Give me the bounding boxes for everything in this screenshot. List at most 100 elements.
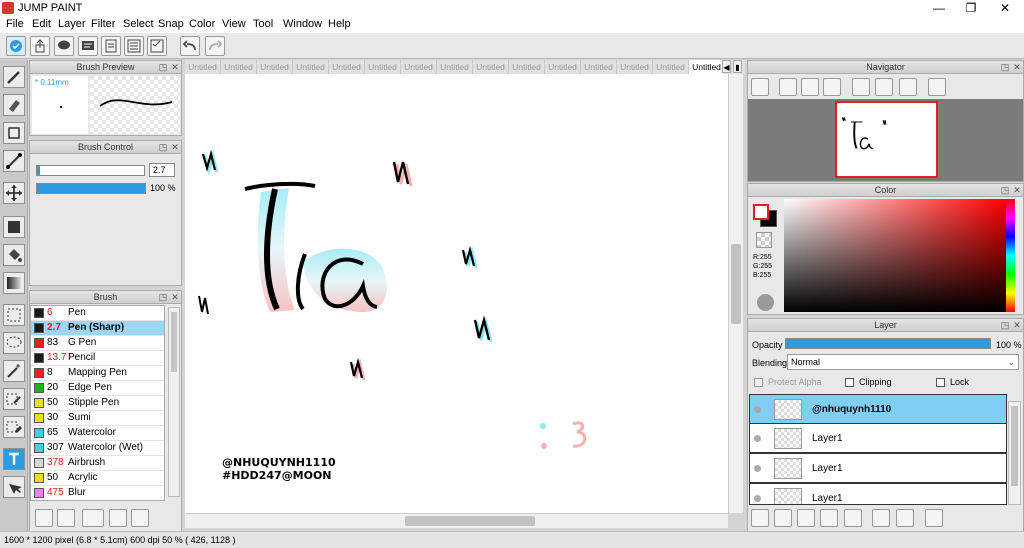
drawing-canvas[interactable]: @NHUQUYNH1110 #HDD247@MOON	[185, 74, 728, 513]
rectangle-tool-icon[interactable]	[3, 122, 25, 144]
layer-row[interactable]: Layer1	[749, 483, 1007, 505]
rotate-left-icon[interactable]	[852, 78, 870, 96]
panel-close-icon[interactable]: ✕	[1012, 320, 1022, 330]
layer-row[interactable]: Layer1	[749, 423, 1007, 453]
visibility-icon[interactable]	[754, 495, 761, 502]
transparent-color-swatch[interactable]	[756, 232, 772, 248]
undock-icon[interactable]: ◳	[158, 142, 168, 152]
document-icon[interactable]	[101, 36, 121, 56]
layer-mask-icon[interactable]	[820, 509, 838, 527]
blending-select[interactable]: Normal ⌄	[787, 354, 1019, 370]
menu-filter[interactable]: Filter	[91, 18, 115, 30]
visibility-icon[interactable]	[754, 465, 761, 472]
lasso-tool-icon[interactable]	[3, 332, 25, 354]
menu-snap[interactable]: Snap	[158, 18, 184, 30]
menu-layer[interactable]: Layer	[58, 18, 86, 30]
brush-row[interactable]: 475 Blur	[31, 486, 164, 500]
brush-row[interactable]: 30 Sumi	[31, 411, 164, 426]
flip-icon[interactable]	[928, 78, 946, 96]
foreground-color-swatch[interactable]	[753, 204, 769, 220]
brush-row[interactable]: 307 Watercolor (Wet)	[31, 441, 164, 456]
visibility-icon[interactable]	[754, 406, 761, 413]
panel-close-icon[interactable]: ✕	[1012, 62, 1022, 72]
menu-edit[interactable]: Edit	[32, 18, 51, 30]
brush-opacity-slider[interactable]	[36, 183, 146, 194]
tab-untitled[interactable]: Untitled	[581, 60, 617, 74]
tab-untitled[interactable]: Untitled	[473, 60, 509, 74]
tab-untitled[interactable]: Untitled	[617, 60, 653, 74]
magic-wand-tool-icon[interactable]	[3, 360, 25, 382]
undock-icon[interactable]: ◳	[158, 292, 168, 302]
clipping-checkbox[interactable]	[845, 378, 854, 387]
hand-tool-icon[interactable]	[3, 476, 25, 498]
menu-help[interactable]: Help	[328, 18, 351, 30]
rotate-right-icon[interactable]	[899, 78, 917, 96]
menu-view[interactable]: View	[222, 18, 246, 30]
menu-select[interactable]: Select	[123, 18, 154, 30]
layer-list-scrollbar[interactable]	[1008, 401, 1021, 505]
tab-untitled[interactable]: Untitled	[401, 60, 437, 74]
panel-close-icon[interactable]: ✕	[1012, 185, 1022, 195]
visibility-icon[interactable]	[754, 435, 761, 442]
tab-untitled[interactable]: Untitled	[437, 60, 473, 74]
select-rect-tool-icon[interactable]	[3, 304, 25, 326]
brush-row[interactable]: 83 G Pen	[31, 336, 164, 351]
panel-close-icon[interactable]: ✕	[170, 292, 180, 302]
brush-row[interactable]: 50 Stipple Pen	[31, 396, 164, 411]
message-icon[interactable]	[78, 36, 98, 56]
undo-icon[interactable]	[180, 36, 200, 56]
pen-tool-icon[interactable]	[3, 66, 25, 88]
menu-file[interactable]: File	[6, 18, 24, 30]
zoom-icon[interactable]	[751, 78, 769, 96]
tab-scroll-left-icon[interactable]: ◀	[722, 60, 731, 73]
panel-close-icon[interactable]: ✕	[170, 62, 180, 72]
canvas-vertical-scrollbar[interactable]	[728, 74, 743, 513]
eraser-tool-icon[interactable]	[3, 94, 25, 116]
brush-folder-icon[interactable]	[131, 509, 149, 527]
new-layer-icon[interactable]	[751, 509, 769, 527]
navigator-viewport[interactable]	[748, 99, 1023, 181]
brush-size-input[interactable]: 2.7	[149, 163, 175, 177]
fit-icon[interactable]	[801, 78, 819, 96]
tab-untitled[interactable]: Untitled	[257, 60, 293, 74]
tab-untitled[interactable]: Untitled	[545, 60, 581, 74]
brush-row[interactable]: 8 Mapping Pen	[31, 366, 164, 381]
brush-row[interactable]: 65 Watercolor	[31, 426, 164, 441]
zoom-out-icon[interactable]	[823, 78, 841, 96]
menu-tool[interactable]: Tool	[253, 18, 273, 30]
brush-row[interactable]: 378 Airbrush	[31, 456, 164, 471]
canvas-horizontal-scrollbar[interactable]	[185, 513, 728, 528]
hue-slider[interactable]	[1006, 199, 1015, 312]
maximize-button[interactable]: ❐	[954, 0, 988, 17]
layer-row[interactable]: @nhuquynh1110	[749, 394, 1007, 424]
select-eraser-tool-icon[interactable]	[3, 416, 25, 438]
list-icon[interactable]	[124, 36, 144, 56]
brush-size-slider[interactable]	[36, 165, 145, 176]
layer-opacity-slider[interactable]	[785, 338, 991, 349]
lock-checkbox[interactable]	[936, 378, 945, 387]
fill-rect-tool-icon[interactable]	[3, 216, 25, 238]
comment-icon[interactable]	[54, 36, 74, 56]
brush-copy-icon[interactable]	[109, 509, 127, 527]
undock-icon[interactable]: ◳	[158, 62, 168, 72]
brush-menu-icon[interactable]	[82, 509, 104, 527]
brush-settings-icon[interactable]	[35, 509, 53, 527]
new-layer-2-icon[interactable]	[774, 509, 792, 527]
select-pen-tool-icon[interactable]	[3, 388, 25, 410]
brush-row[interactable]: 13.7 Pencil	[31, 351, 164, 366]
reset-view-icon[interactable]	[875, 78, 893, 96]
tab-untitled[interactable]: Untitled	[221, 60, 257, 74]
check-icon[interactable]	[6, 36, 26, 56]
brush-row[interactable]: 6 Pen	[31, 306, 164, 321]
tab-scroll-right-icon[interactable]: ▮	[733, 60, 742, 73]
bucket-tool-icon[interactable]	[3, 244, 25, 266]
undock-icon[interactable]: ◳	[1000, 62, 1010, 72]
minimize-button[interactable]: —	[922, 0, 956, 17]
tab-untitled[interactable]: Untitled	[509, 60, 545, 74]
protect-alpha-checkbox[interactable]	[754, 378, 763, 387]
tab-untitled[interactable]: Untitled	[329, 60, 365, 74]
redo-icon[interactable]	[205, 36, 225, 56]
line-tool-icon[interactable]	[3, 150, 25, 172]
text-tool-icon[interactable]	[3, 448, 25, 470]
tab-untitled[interactable]: Untitled	[185, 60, 221, 74]
